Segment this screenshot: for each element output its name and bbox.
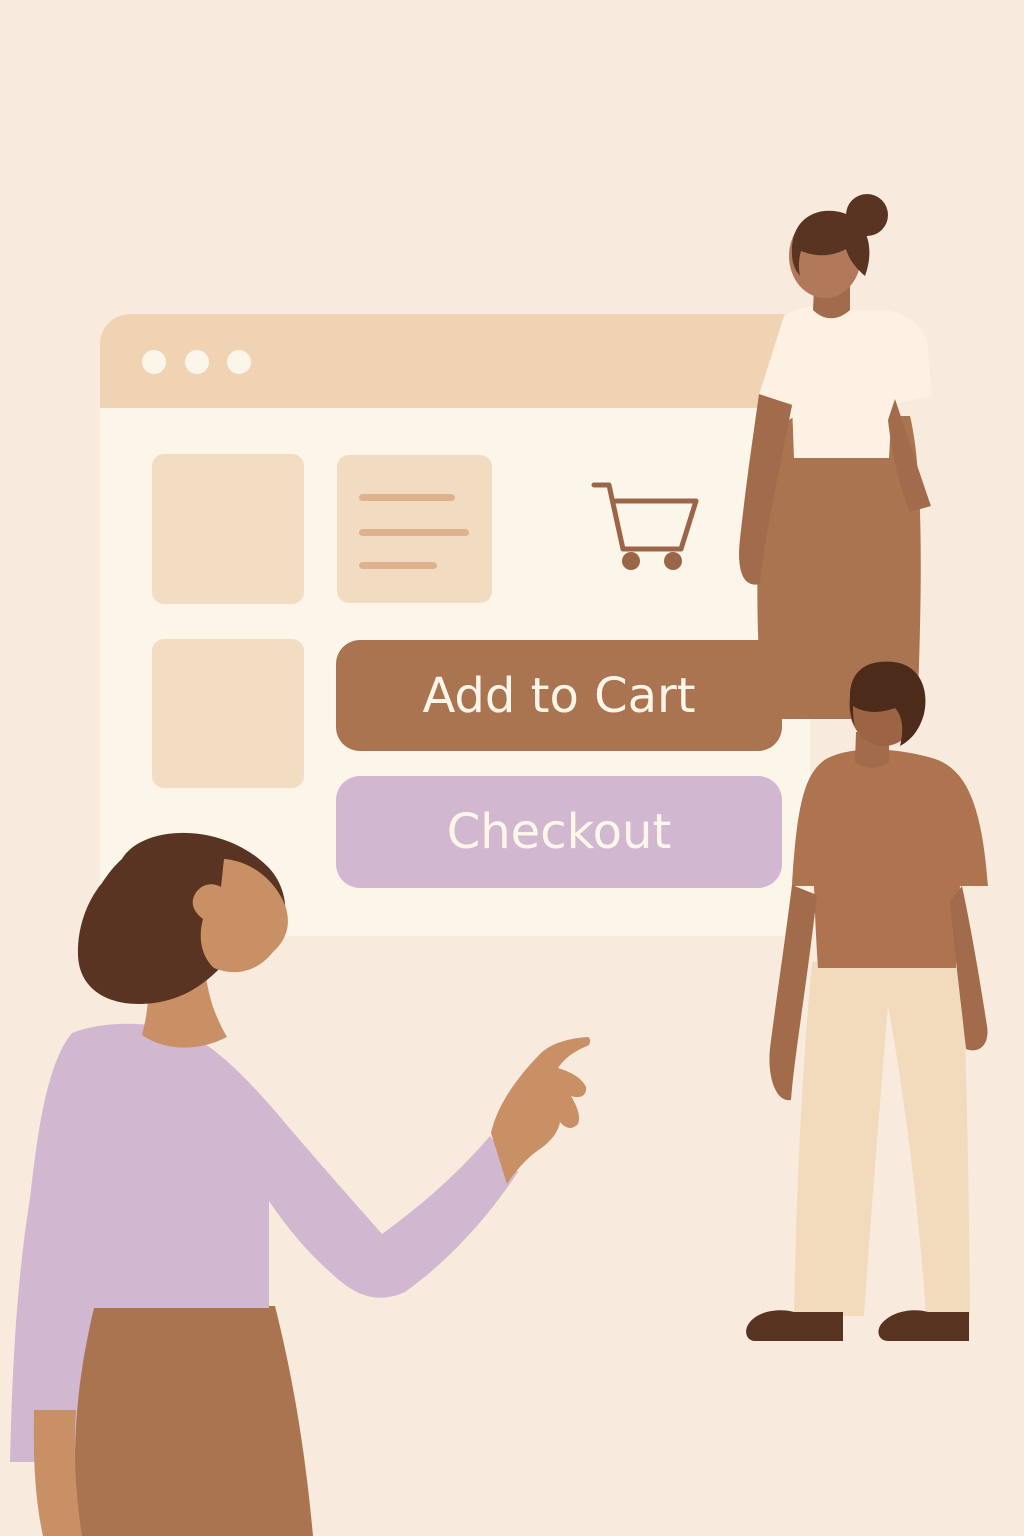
man-in-tan-shirt-figure	[742, 656, 1024, 1376]
shopping-cart-icon[interactable]	[588, 471, 708, 579]
window-control-dot	[142, 350, 166, 374]
window-control-dot	[227, 350, 251, 374]
woman-pointing-figure	[0, 826, 620, 1536]
description-line	[359, 529, 469, 536]
description-line	[359, 562, 437, 569]
product-thumbnail	[152, 454, 304, 604]
illustration-canvas: Add to Cart Checkout	[0, 0, 1024, 1536]
product-thumbnail	[152, 639, 304, 788]
window-control-dot	[185, 350, 209, 374]
add-to-cart-button[interactable]: Add to Cart	[336, 640, 782, 751]
description-line	[359, 494, 455, 501]
product-description-card	[337, 455, 492, 603]
browser-title-bar	[100, 314, 810, 408]
